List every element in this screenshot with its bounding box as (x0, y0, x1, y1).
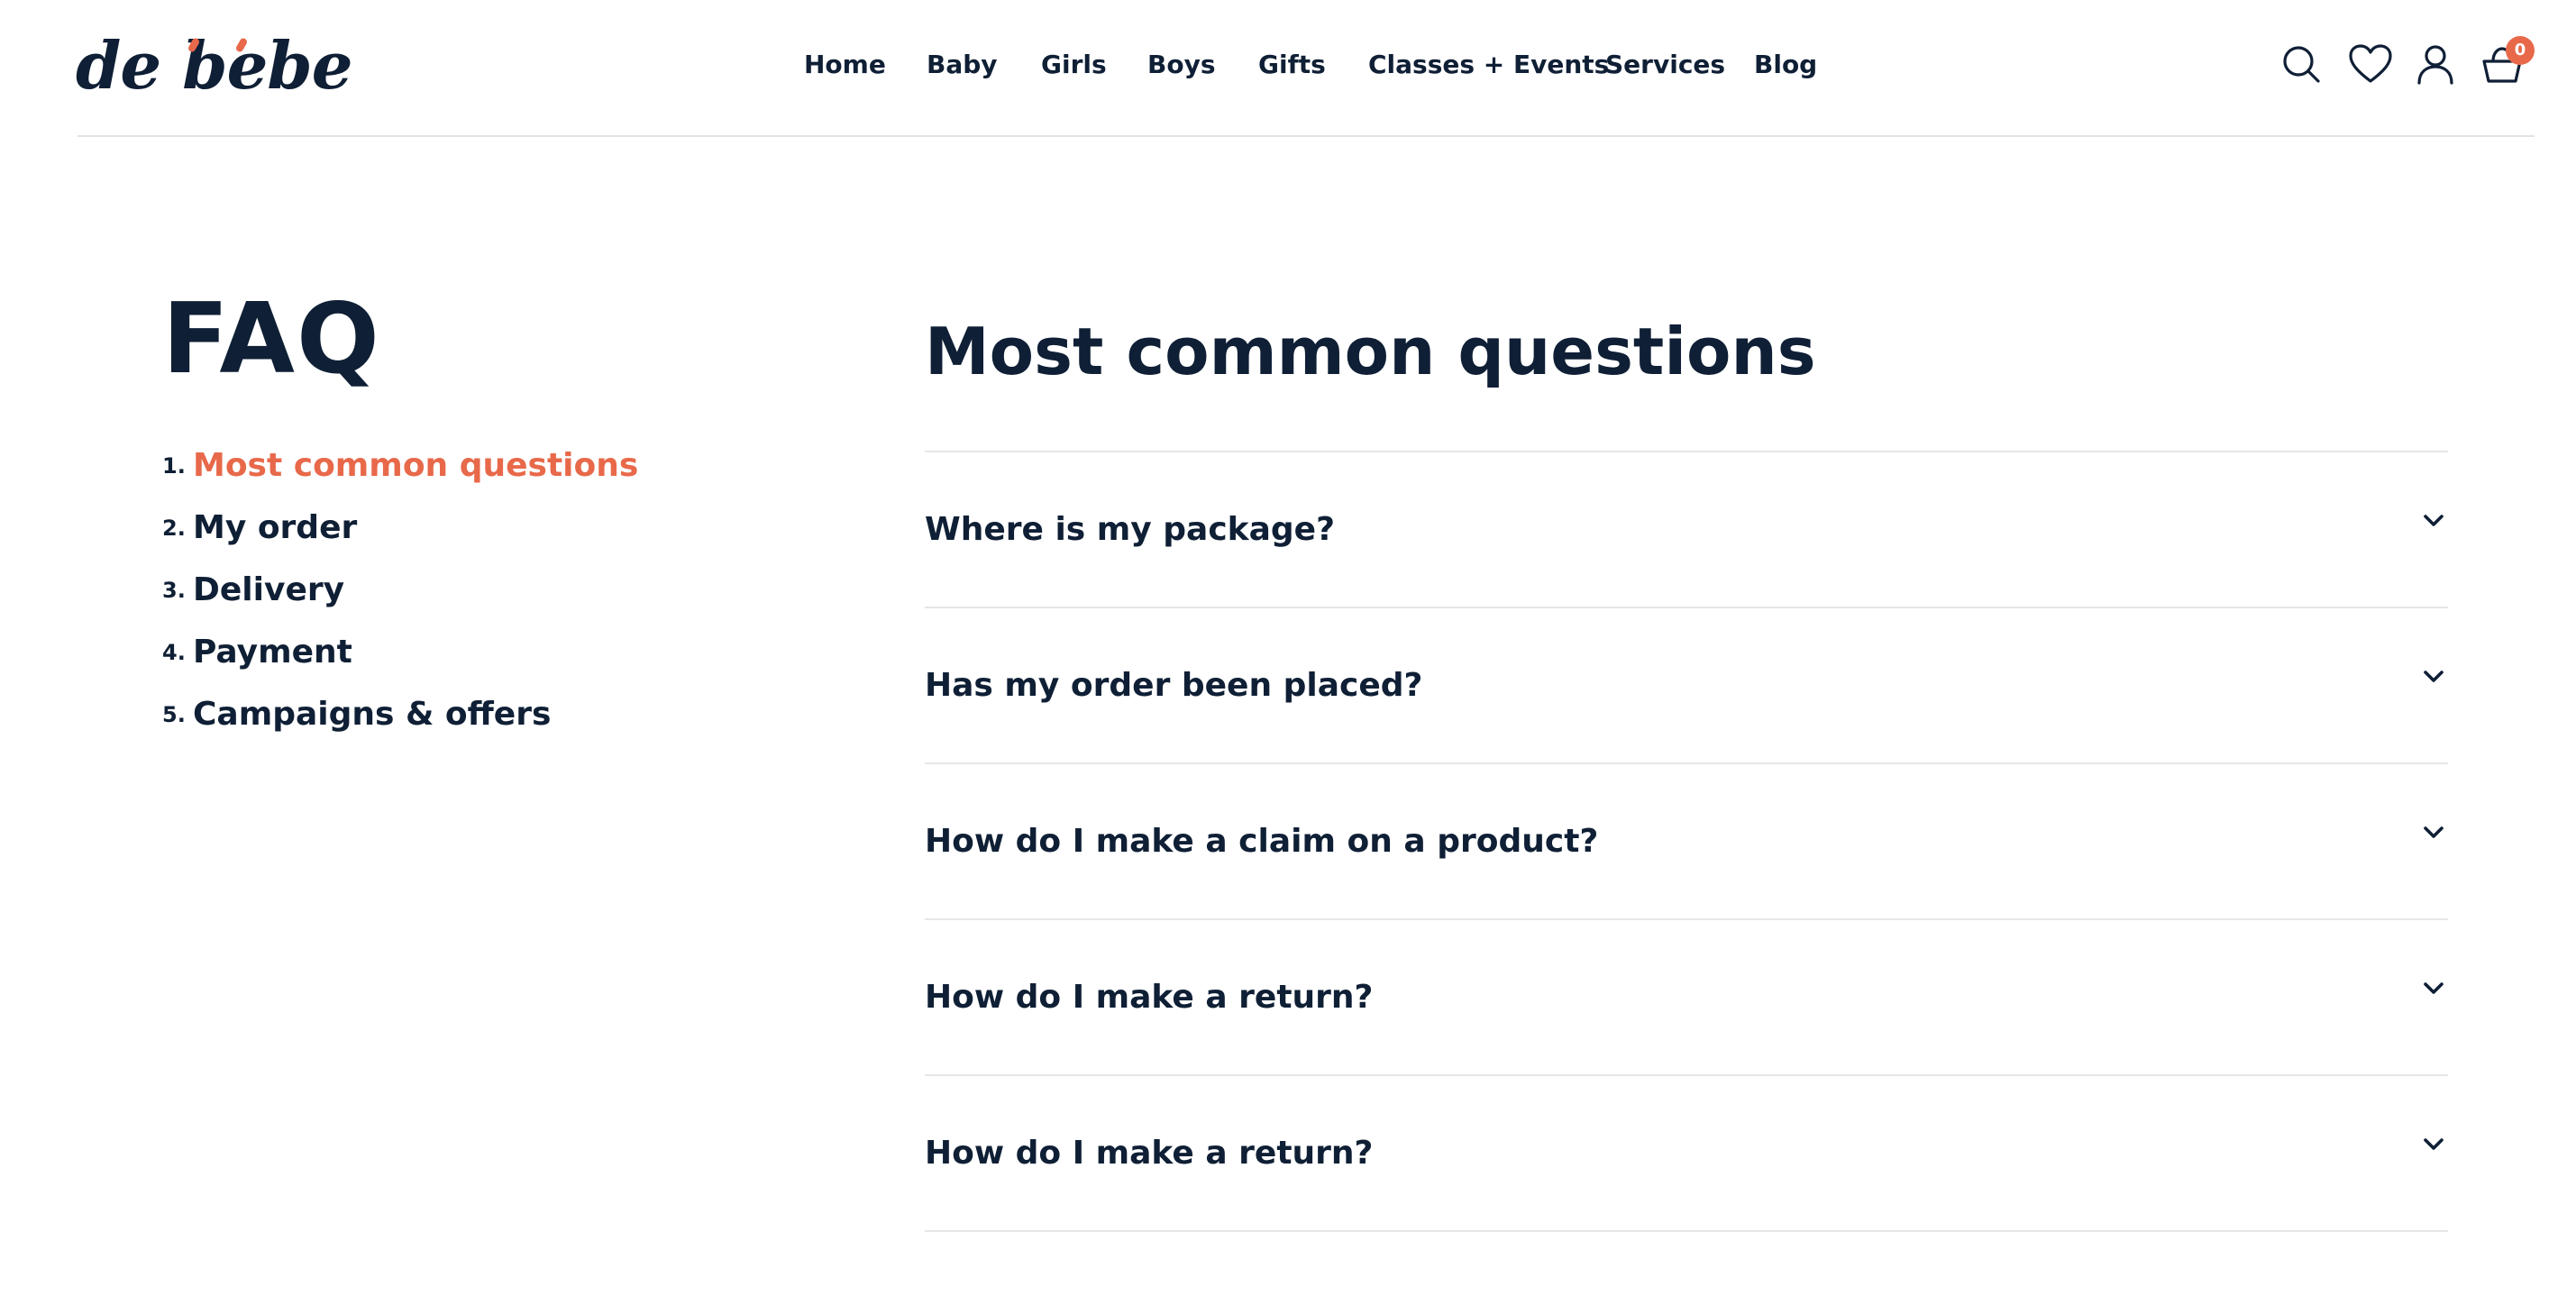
nav-item-gifts[interactable]: Gifts (1258, 43, 1326, 87)
header-divider (78, 135, 2535, 137)
faq-question-text: How do I make a claim on a product? (925, 823, 1599, 860)
faq-category-item: 4. Payment (162, 621, 811, 683)
section-title: Most common questions (925, 314, 1816, 389)
nav-item-home[interactable]: Home (804, 43, 886, 87)
chevron-down-icon[interactable] (2419, 506, 2448, 535)
faq-category-delivery[interactable]: Delivery (193, 571, 344, 608)
basket-icon[interactable]: 0 (2477, 36, 2535, 90)
faq-category-number: 2. (162, 515, 186, 541)
heart-icon[interactable] (2345, 40, 2396, 90)
main-nav: Home Baby Girls Boys Gifts Classes + Eve… (0, 43, 2576, 87)
header-icons: 0 (2271, 36, 2542, 94)
faq-category-my-order[interactable]: My order (193, 509, 357, 546)
faq-question-row[interactable]: Has my order been placed? (925, 608, 2448, 764)
faq-category-item: 5. Campaigns & offers (162, 683, 811, 745)
search-icon[interactable] (2277, 40, 2327, 90)
nav-item-boys[interactable]: Boys (1147, 43, 1216, 87)
chevron-down-icon[interactable] (2419, 818, 2448, 847)
faq-question-row[interactable]: How do I make a claim on a product? (925, 764, 2448, 920)
faq-accordion: Where is my package? Has my order been p… (925, 451, 2448, 1232)
faq-category-number: 4. (162, 639, 186, 665)
faq-question-text: Has my order been placed? (925, 667, 1423, 704)
faq-question-text: How do I make a return? (925, 979, 1374, 1016)
nav-item-girls[interactable]: Girls (1041, 43, 1107, 87)
faq-question-row[interactable]: How do I make a return? (925, 1076, 2448, 1232)
faq-question-row[interactable]: Where is my package? (925, 452, 2448, 608)
nav-item-blog[interactable]: Blog (1754, 43, 1817, 87)
chevron-down-icon[interactable] (2419, 662, 2448, 691)
chevron-down-icon[interactable] (2419, 974, 2448, 1003)
faq-category-item: 3. Delivery (162, 559, 811, 621)
faq-category-list: 1. Most common questions 2. My order 3. … (162, 434, 811, 745)
faq-category-item: 1. Most common questions (162, 434, 811, 497)
nav-item-classes-events[interactable]: Classes + Events (1368, 43, 1609, 87)
faq-category-campaigns[interactable]: Campaigns & offers (193, 696, 551, 733)
faq-category-number: 5. (162, 701, 186, 727)
faq-category-item: 2. My order (162, 497, 811, 559)
faq-category-number: 1. (162, 452, 186, 479)
faq-question-text: Where is my package? (925, 511, 1335, 548)
nav-item-services[interactable]: Services (1605, 43, 1725, 87)
faq-category-number: 3. (162, 577, 186, 603)
faq-question-text: How do I make a return? (925, 1135, 1374, 1172)
user-icon[interactable] (2410, 40, 2461, 90)
nav-item-baby[interactable]: Baby (927, 43, 998, 87)
page-title: FAQ (162, 283, 381, 396)
faq-question-row[interactable]: How do I make a return? (925, 920, 2448, 1076)
faq-category-payment[interactable]: Payment (193, 634, 352, 671)
cart-count-badge: 0 (2506, 36, 2535, 65)
chevron-down-icon[interactable] (2419, 1130, 2448, 1159)
faq-category-most-common[interactable]: Most common questions (193, 447, 638, 484)
site-header: de bebe Home Baby Girls Boys Gifts Class… (0, 0, 2576, 137)
